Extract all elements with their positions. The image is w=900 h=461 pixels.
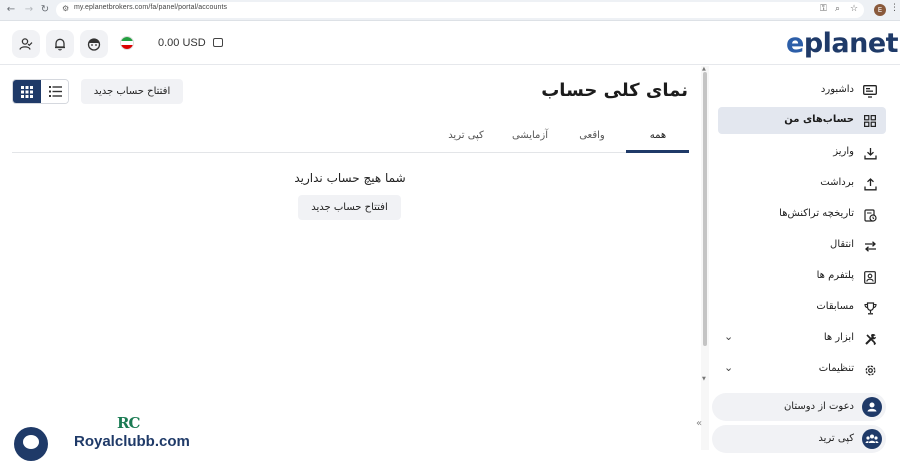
wallet-icon[interactable] bbox=[213, 38, 223, 47]
address-bar[interactable]: ⚙ my.eplanetbrokers.com/fa/panel/portal/… bbox=[56, 2, 864, 18]
copy-trade-group-icon bbox=[862, 429, 882, 449]
chevron-down-icon[interactable]: ⌄ bbox=[724, 361, 733, 374]
tab-real[interactable]: واقعی bbox=[567, 130, 617, 141]
sidebar-item-label: پلتفرم ها bbox=[816, 270, 854, 281]
empty-state-open-account-button[interactable]: افتتاح حساب جدید bbox=[298, 195, 401, 220]
sidebar-item-withdraw[interactable]: برداشت bbox=[718, 170, 886, 197]
app-header: 0.00 USD eplanet bbox=[0, 21, 900, 65]
sidebar-item-transaction-history[interactable]: تاریخچه تراکنش‌ها bbox=[718, 201, 886, 228]
accounts-grid-icon bbox=[862, 113, 878, 129]
grid-view-button[interactable] bbox=[13, 80, 41, 103]
chevron-down-icon[interactable]: ⌄ bbox=[724, 330, 733, 343]
eplanet-logo[interactable]: eplanet bbox=[786, 28, 899, 59]
reload-icon[interactable]: ↻ bbox=[38, 3, 52, 17]
sidebar-item-label: واریز bbox=[833, 146, 854, 157]
browser-toolbar: ← → ↻ ⚙ my.eplanetbrokers.com/fa/panel/p… bbox=[0, 0, 900, 21]
page-title: نمای کلی حساب bbox=[541, 80, 688, 101]
trophy-icon bbox=[862, 300, 878, 316]
sidebar-item-label: تنظیمات bbox=[818, 363, 854, 374]
open-new-account-button[interactable]: افتتاح حساب جدید bbox=[81, 79, 183, 104]
back-icon[interactable]: ← bbox=[4, 3, 18, 17]
active-tab-indicator bbox=[626, 150, 689, 153]
sidebar-item-label: برداشت bbox=[820, 177, 854, 188]
sidebar-item-label: تاریخچه تراکنش‌ها bbox=[779, 208, 854, 219]
sidebar-item-label: مسابقات bbox=[816, 301, 854, 312]
sidebar-item-transfer[interactable]: انتقال bbox=[718, 232, 886, 259]
notifications-button[interactable] bbox=[46, 30, 74, 58]
sidebar-item-label: ابزار ها bbox=[823, 332, 854, 343]
scroll-thumb[interactable] bbox=[703, 72, 707, 346]
user-check-icon bbox=[19, 38, 33, 50]
dashboard-icon bbox=[862, 83, 878, 99]
list-view-button[interactable] bbox=[41, 80, 68, 103]
zoom-icon[interactable]: ⌕ bbox=[835, 4, 840, 14]
sidebar-item-label: حساب‌های من bbox=[784, 114, 854, 125]
invite-friends-icon bbox=[862, 397, 882, 417]
deposit-icon bbox=[862, 145, 878, 161]
bookmark-star-icon[interactable]: ☆ bbox=[850, 4, 858, 14]
empty-state-message: شما هیچ حساب ندارید bbox=[294, 171, 406, 185]
sidebar-item-settings[interactable]: تنظیمات ⌄ bbox=[718, 356, 886, 383]
copy-trade-button[interactable]: کپی ترید bbox=[712, 425, 886, 453]
scroll-down-icon[interactable]: ▼ bbox=[702, 376, 706, 382]
list-icon bbox=[48, 86, 62, 97]
tab-demo[interactable]: آزمایشی bbox=[502, 130, 558, 141]
settings-icon bbox=[862, 362, 878, 378]
support-button[interactable] bbox=[80, 30, 108, 58]
sidebar-item-tools[interactable]: ابزار ها ⌄ bbox=[718, 325, 886, 352]
grid-icon bbox=[21, 85, 33, 98]
copy-trade-label: کپی ترید bbox=[818, 433, 854, 444]
watermark-text: Royalclubb.com bbox=[74, 433, 190, 450]
key-icon[interactable]: ⚿ bbox=[820, 4, 827, 14]
site-info-icon[interactable]: ⚙ bbox=[62, 4, 69, 13]
tools-icon bbox=[862, 331, 878, 347]
watermark-monogram: RC bbox=[117, 414, 140, 432]
address-text[interactable]: my.eplanetbrokers.com/fa/panel/portal/ac… bbox=[74, 4, 227, 11]
content-scrollbar[interactable]: ▲ ▼ bbox=[701, 66, 709, 450]
forward-icon[interactable]: → bbox=[22, 3, 36, 17]
platform-icon bbox=[862, 269, 878, 285]
tab-copy-trade[interactable]: کپی ترید bbox=[436, 130, 496, 141]
account-type-tabs: همه واقعی آزمایشی کپی ترید bbox=[12, 122, 689, 153]
watermark-avatar bbox=[14, 427, 48, 461]
history-icon bbox=[862, 207, 878, 223]
collapse-sidebar-icon[interactable]: « bbox=[691, 416, 707, 432]
browser-menu-icon[interactable]: ⋮ bbox=[890, 3, 899, 13]
sidebar-item-dashboard[interactable]: داشبورد bbox=[718, 77, 886, 104]
sidebar-item-deposit[interactable]: واریز bbox=[718, 139, 886, 166]
invite-friends-button[interactable]: دعوت از دوستان bbox=[712, 393, 886, 421]
bell-icon bbox=[55, 38, 65, 51]
invite-friends-label: دعوت از دوستان bbox=[783, 401, 854, 412]
sidebar-item-competitions[interactable]: مسابقات bbox=[718, 294, 886, 321]
sidebar-item-label: داشبورد bbox=[820, 84, 854, 95]
sidebar-item-platforms[interactable]: پلتفرم ها bbox=[718, 263, 886, 290]
browser-profile-avatar[interactable]: E bbox=[874, 4, 886, 16]
language-flag-icon[interactable] bbox=[120, 36, 134, 50]
sidebar-item-my-accounts[interactable]: حساب‌های من bbox=[718, 107, 886, 134]
transfer-icon bbox=[862, 238, 878, 254]
profile-button[interactable] bbox=[12, 30, 40, 58]
support-avatar-icon bbox=[87, 38, 101, 51]
wallet-balance: 0.00 USD bbox=[158, 37, 206, 49]
tab-all[interactable]: همه bbox=[636, 130, 680, 141]
view-toggle bbox=[12, 79, 69, 104]
withdraw-icon bbox=[862, 176, 878, 192]
sidebar-item-label: انتقال bbox=[830, 239, 854, 250]
